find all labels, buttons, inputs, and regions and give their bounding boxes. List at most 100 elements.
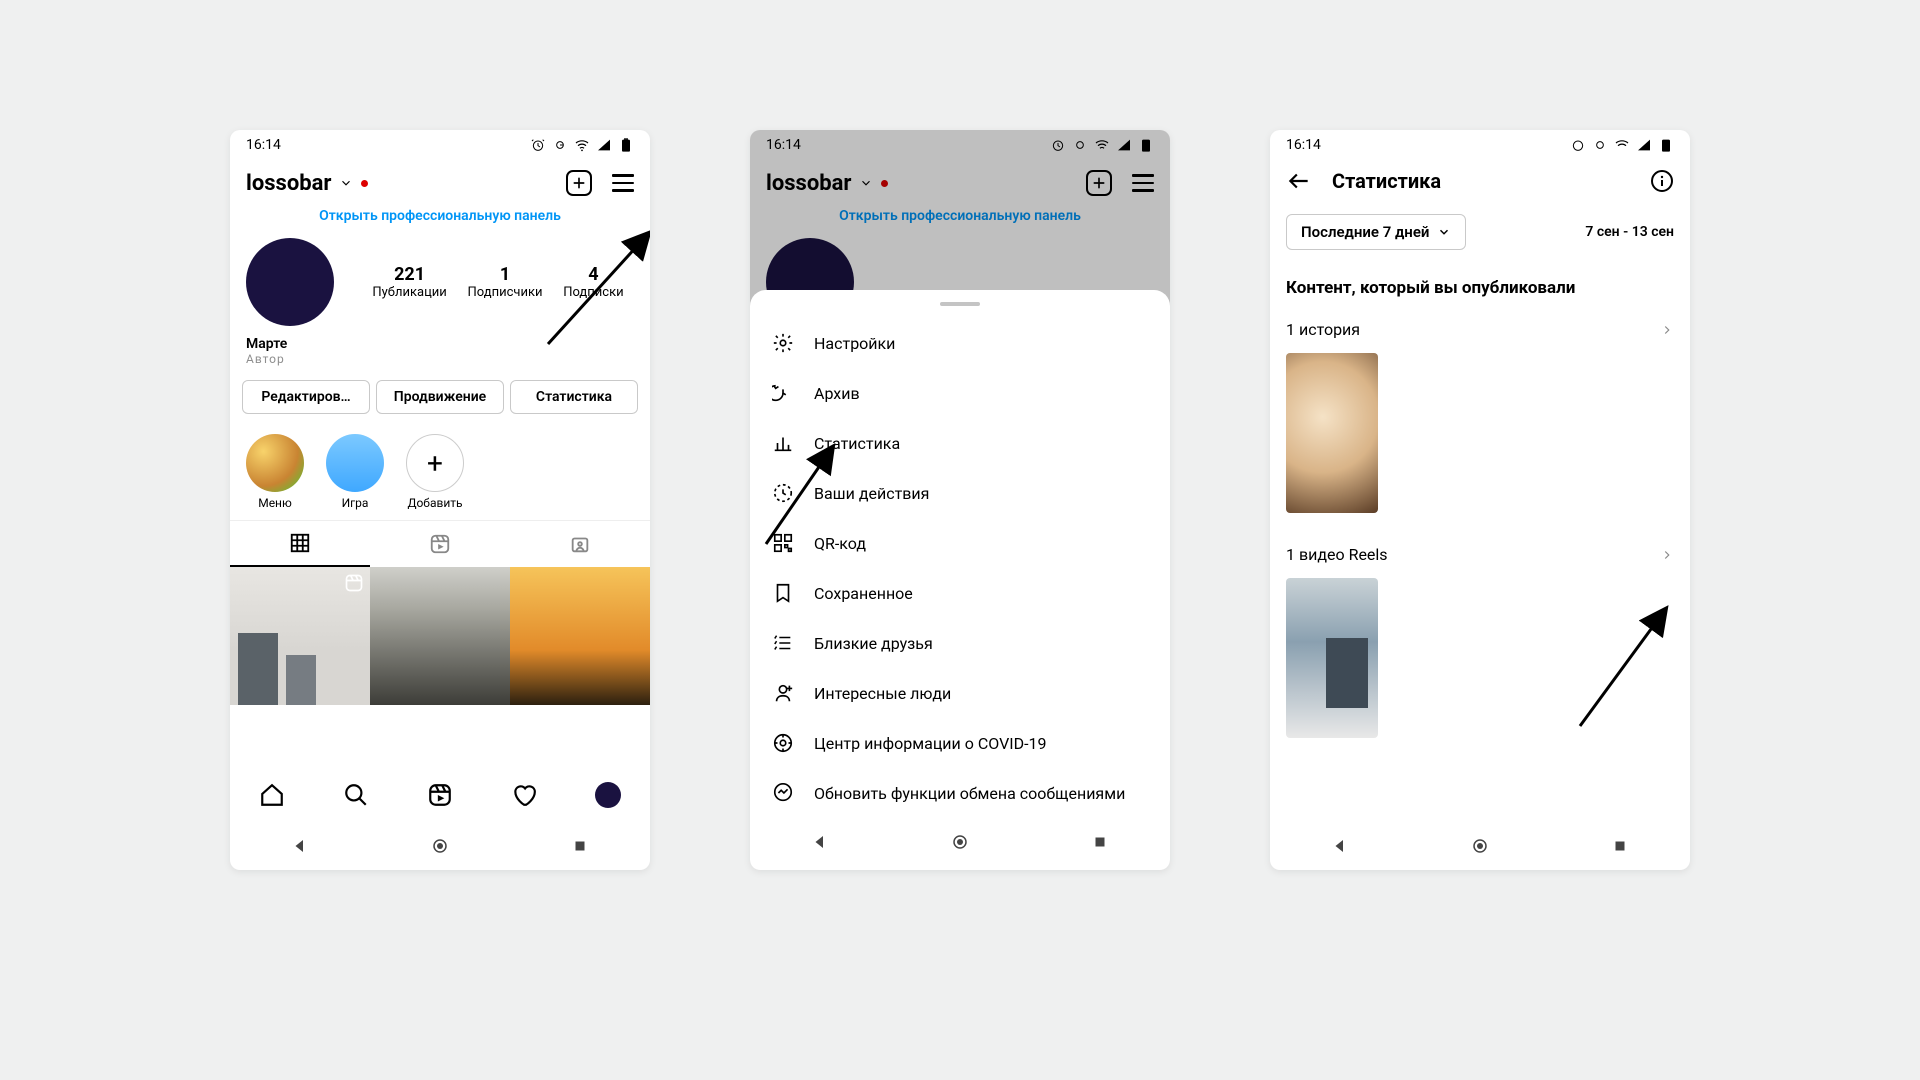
menu-covid-info[interactable]: Центр информации о COVID-19: [750, 718, 1170, 768]
post-thumbnail[interactable]: [370, 567, 510, 705]
menu-your-activity[interactable]: Ваши действия: [750, 468, 1170, 518]
status-bar: 16:14: [1270, 130, 1690, 160]
recent-icon[interactable]: [1091, 833, 1109, 851]
chevron-down-icon: [339, 176, 353, 190]
profile-category: Автор: [246, 352, 634, 366]
menu-saved[interactable]: Сохраненное: [750, 568, 1170, 618]
signal-icon: [596, 137, 612, 153]
heart-icon[interactable]: [511, 782, 537, 808]
chevron-down-icon: [1437, 225, 1451, 239]
highlight-menu[interactable]: Меню: [246, 434, 304, 510]
reels-icon: [344, 573, 364, 593]
vibrate-icon: [552, 137, 568, 153]
status-bar: 16:14: [230, 130, 650, 160]
menu-qr-code[interactable]: QR-код: [750, 518, 1170, 568]
reels-row[interactable]: 1 видео Reels: [1270, 531, 1690, 570]
recent-icon[interactable]: [1611, 837, 1629, 855]
phone-menu: 16:14 lossobar: [750, 130, 1170, 870]
status-icons: [530, 137, 634, 153]
highlight-thumb: [326, 434, 384, 492]
bookmark-icon: [772, 582, 794, 604]
gear-icon: [772, 332, 794, 354]
android-nav: [750, 818, 1170, 866]
followers-count[interactable]: 1 Подписчики: [468, 264, 543, 300]
username-dropdown[interactable]: lossobar: [246, 171, 368, 196]
reels-icon: [429, 533, 451, 555]
menu-archive[interactable]: Архив: [750, 368, 1170, 418]
hamburger-menu-button[interactable]: [612, 174, 634, 192]
chevron-right-icon: [1660, 323, 1674, 337]
tagged-icon: [569, 533, 591, 555]
search-icon[interactable]: [343, 782, 369, 808]
qr-icon: [772, 532, 794, 554]
recent-icon[interactable]: [571, 837, 589, 855]
wifi-icon: [1614, 137, 1630, 153]
menu-update-messaging[interactable]: Обновить функции обмена сообщениями: [750, 768, 1170, 818]
back-icon[interactable]: [811, 833, 829, 851]
info-icon[interactable]: [1650, 169, 1674, 193]
posts-count[interactable]: 221 Публикации: [372, 264, 446, 300]
wifi-icon: [574, 137, 590, 153]
highlight-game[interactable]: Игра: [326, 434, 384, 510]
profile-name: Марте: [246, 336, 634, 352]
period-selector[interactable]: Последние 7 дней: [1286, 214, 1466, 250]
info-icon: [772, 732, 794, 754]
reels-icon[interactable]: [427, 782, 453, 808]
username-label: lossobar: [246, 171, 331, 196]
grid-icon: [289, 532, 311, 554]
home-icon[interactable]: [259, 782, 285, 808]
list-icon: [772, 632, 794, 654]
battery-icon: [1658, 137, 1674, 153]
create-button[interactable]: [566, 170, 592, 196]
plus-icon: +: [406, 434, 464, 492]
android-nav: [230, 822, 650, 870]
back-icon[interactable]: [1331, 837, 1349, 855]
status-icons: [1570, 137, 1674, 153]
home-nav-icon[interactable]: [431, 837, 449, 855]
back-arrow-icon[interactable]: [1286, 168, 1312, 194]
bottom-sheet-menu: Настройки Архив Статистика Ваши действия…: [750, 290, 1170, 870]
highlight-add[interactable]: + Добавить: [406, 434, 464, 510]
signal-icon: [1636, 137, 1652, 153]
open-pro-panel-link[interactable]: Открыть профессиональную панель: [230, 202, 650, 238]
tab-reels[interactable]: [370, 521, 510, 567]
notification-dot: [361, 180, 368, 187]
alarm-icon: [530, 137, 546, 153]
promote-button[interactable]: Продвижение: [376, 380, 504, 414]
menu-settings[interactable]: Настройки: [750, 318, 1170, 368]
phone-statistics: 16:14 Статистика Последние 7 дней 7 сен …: [1270, 130, 1690, 870]
menu-discover-people[interactable]: Интересные люди: [750, 668, 1170, 718]
profile-header: lossobar: [230, 160, 650, 202]
reel-thumbnail[interactable]: [1286, 578, 1378, 738]
status-time: 16:14: [246, 137, 281, 153]
add-person-icon: [772, 682, 794, 704]
stories-row[interactable]: 1 история: [1270, 306, 1690, 345]
status-time: 16:14: [1286, 137, 1321, 153]
page-title: Статистика: [1332, 169, 1630, 193]
alarm-icon: [1570, 137, 1586, 153]
date-range: 7 сен - 13 сен: [1585, 224, 1674, 240]
menu-close-friends[interactable]: Близкие друзья: [750, 618, 1170, 668]
messenger-icon: [772, 782, 794, 804]
content-section-title: Контент, который вы опубликовали: [1270, 262, 1690, 306]
edit-profile-button[interactable]: Редактиров…: [242, 380, 370, 414]
android-nav: [1270, 822, 1690, 870]
post-thumbnail[interactable]: [230, 567, 370, 705]
post-thumbnail[interactable]: [510, 567, 650, 705]
home-nav-icon[interactable]: [951, 833, 969, 851]
statistics-button[interactable]: Статистика: [510, 380, 638, 414]
menu-statistics[interactable]: Статистика: [750, 418, 1170, 468]
story-thumbnail[interactable]: [1286, 353, 1378, 513]
back-icon[interactable]: [291, 837, 309, 855]
profile-nav-avatar[interactable]: [595, 782, 621, 808]
highlight-thumb: [246, 434, 304, 492]
tab-grid[interactable]: [230, 521, 370, 567]
home-nav-icon[interactable]: [1471, 837, 1489, 855]
activity-icon: [772, 482, 794, 504]
vibrate-icon: [1592, 137, 1608, 153]
sheet-handle[interactable]: [940, 302, 980, 306]
avatar[interactable]: [246, 238, 334, 326]
following-count[interactable]: 4 Подписки: [563, 264, 623, 300]
tab-tagged[interactable]: [510, 521, 650, 567]
bottom-nav: [230, 768, 650, 822]
